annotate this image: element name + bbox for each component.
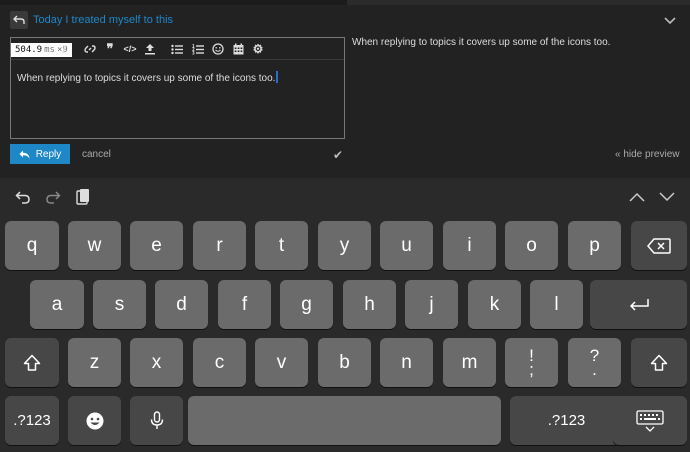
reply-composer: Today I treated myself to this 504.9 ms … <box>0 0 690 178</box>
key-z[interactable]: z <box>68 338 121 387</box>
key-k[interactable]: k <box>468 280 521 329</box>
shift-icon <box>23 354 41 371</box>
cancel-link[interactable]: cancel <box>82 149 111 160</box>
backspace-icon <box>647 237 671 254</box>
gear-icon[interactable]: ⚙ <box>251 42 265 56</box>
key-l[interactable]: l <box>530 280 583 329</box>
key-w[interactable]: w <box>68 221 121 270</box>
key-exclamation-semicolon[interactable]: !; <box>505 338 558 387</box>
key-label-semicolon: ; <box>529 359 534 379</box>
key-n[interactable]: n <box>380 338 433 387</box>
svg-text:3: 3 <box>192 50 195 55</box>
reply-button-label: Reply <box>35 148 62 160</box>
key-u[interactable]: u <box>380 221 433 270</box>
shift-icon <box>650 354 668 371</box>
editor-textarea[interactable]: When replying to topics it covers up som… <box>17 71 279 84</box>
return-key[interactable] <box>590 280 687 329</box>
key-i[interactable]: i <box>443 221 496 270</box>
calendar-icon[interactable] <box>231 42 245 56</box>
key-b[interactable]: b <box>318 338 371 387</box>
return-icon <box>629 298 649 311</box>
keyboard-shortcut-bar <box>0 178 690 216</box>
key-s[interactable]: s <box>93 280 146 329</box>
code-icon[interactable]: </> <box>123 42 137 56</box>
upload-icon[interactable] <box>143 42 157 56</box>
numbers-key-left[interactable]: .?123 <box>5 396 59 445</box>
onscreen-keyboard: q w e r t y u i o p a s d f g h j k l z … <box>0 178 690 452</box>
key-v[interactable]: v <box>255 338 308 387</box>
dismiss-keyboard-key[interactable] <box>613 396 687 445</box>
check-icon: ✔ <box>333 148 344 162</box>
quote-icon[interactable]: ❞ <box>103 41 117 56</box>
paste-icon[interactable] <box>73 187 93 207</box>
key-p[interactable]: p <box>568 221 621 270</box>
timing-unit: ms <box>44 45 55 55</box>
italic-icon[interactable]: I <box>57 42 71 56</box>
timing-value: 504.9 <box>15 45 43 55</box>
link-icon[interactable] <box>83 42 97 56</box>
space-bar[interactable] <box>188 396 501 445</box>
undo-icon[interactable] <box>13 187 33 207</box>
text-caret <box>276 71 279 83</box>
key-e[interactable]: e <box>130 221 183 270</box>
emoji-icon[interactable] <box>211 42 225 56</box>
numbered-list-icon[interactable]: 123 <box>191 42 205 56</box>
reply-to-topic[interactable]: Today I treated myself to this <box>10 10 173 30</box>
editor-text[interactable]: When replying to topics it covers up som… <box>17 73 275 84</box>
key-g[interactable]: g <box>280 280 333 329</box>
screen: Today I treated myself to this 504.9 ms … <box>0 0 690 452</box>
key-o[interactable]: o <box>505 221 558 270</box>
keyboard-hide-icon <box>636 409 664 432</box>
key-q[interactable]: q <box>5 221 59 270</box>
reply-to-title[interactable]: Today I treated myself to this <box>33 14 173 26</box>
key-t[interactable]: t <box>255 221 308 270</box>
key-a[interactable]: a <box>30 280 84 329</box>
top-strip <box>0 0 690 5</box>
shift-key-left[interactable] <box>5 338 59 387</box>
key-m[interactable]: m <box>443 338 496 387</box>
dictation-key[interactable] <box>130 396 183 445</box>
reply-arrow-icon <box>10 11 28 29</box>
key-j[interactable]: j <box>405 280 458 329</box>
hide-preview-link[interactable]: « hide preview <box>615 149 679 160</box>
key-c[interactable]: c <box>193 338 246 387</box>
redo-icon[interactable] <box>43 187 63 207</box>
bullet-list-icon[interactable] <box>170 42 184 56</box>
key-label-period: . <box>592 359 597 379</box>
emoji-key[interactable] <box>68 396 121 445</box>
key-r[interactable]: r <box>193 221 246 270</box>
microphone-icon <box>150 410 163 429</box>
key-d[interactable]: d <box>155 280 208 329</box>
shift-key-right[interactable] <box>631 338 687 387</box>
key-f[interactable]: f <box>218 280 271 329</box>
emoji-icon <box>86 412 103 429</box>
editor-toolbar: 504.9 ms ×9 I ❞ </> 123 ⚙ <box>11 38 344 60</box>
chevron-up-icon[interactable] <box>627 187 647 207</box>
reply-icon <box>19 150 30 158</box>
preview-pane: When replying to topics it covers up som… <box>352 37 611 48</box>
key-x[interactable]: x <box>130 338 183 387</box>
key-h[interactable]: h <box>343 280 396 329</box>
chevron-down-icon[interactable] <box>664 12 676 30</box>
chevron-down-icon[interactable] <box>657 187 677 207</box>
editor: 504.9 ms ×9 I ❞ </> 123 ⚙ When replying … <box>10 37 345 139</box>
key-question-period[interactable]: ?. <box>568 338 621 387</box>
key-y[interactable]: y <box>318 221 371 270</box>
numbers-key-right[interactable]: .?123 <box>510 396 623 445</box>
reply-button[interactable]: Reply <box>10 144 70 164</box>
backspace-key[interactable] <box>631 221 687 270</box>
